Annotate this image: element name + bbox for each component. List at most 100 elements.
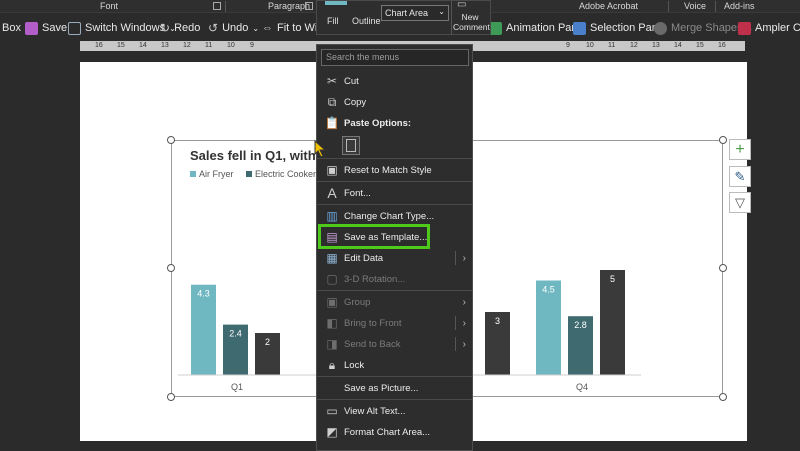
menu-item-group[interactable]: ▣ Group › (317, 292, 472, 312)
bar-air-fryer-q4[interactable] (536, 280, 561, 376)
menu-item-label: 3-D Rotation... (344, 273, 406, 285)
edit-data-icon: ▦ (326, 251, 338, 265)
divider (225, 1, 226, 12)
selection-pane-icon (573, 21, 586, 35)
data-label: 2.8 (574, 320, 587, 330)
mouse-pointer-icon (314, 140, 327, 158)
menu-item-label: Reset to Match Style (344, 164, 432, 176)
menu-separator (317, 399, 472, 400)
plus-icon: + (735, 140, 745, 158)
selection-pane-button[interactable]: Selection Pane (573, 20, 664, 36)
paragraph-dialog-launcher-icon[interactable] (305, 2, 313, 10)
chart-filters-button[interactable]: ▽ (729, 192, 751, 213)
ruler-tick: 12 (630, 42, 638, 49)
paste-icon (346, 139, 356, 152)
menu-item-save-as-picture[interactable]: Save as Picture... (317, 378, 472, 398)
menu-item-label: Change Chart Type... (344, 210, 435, 222)
menu-item-3d-rotation[interactable]: ▢ 3-D Rotation... (317, 269, 472, 289)
scissors-icon: ✂ (326, 74, 338, 88)
switch-windows-label: Switch Windows (85, 22, 166, 34)
format-shape-icon: ◩ (326, 425, 338, 439)
chart-styles-button[interactable]: ✎ (729, 166, 751, 187)
ruler-tick: 9 (250, 42, 254, 49)
menu-item-reset[interactable]: ▣ Reset to Match Style (317, 160, 472, 180)
menu-search-input[interactable]: Search the menus (321, 49, 469, 66)
ruler-tick: 15 (696, 42, 704, 49)
rotation-icon: ▢ (326, 272, 338, 286)
group-adobe-acrobat-label: Adobe Acrobat (579, 1, 639, 11)
undo-button[interactable]: ↺ Undo ⌄ (208, 20, 259, 36)
menu-item-edit-data[interactable]: ▦ Edit Data › (317, 248, 472, 268)
ruler-tick: 14 (139, 42, 147, 49)
bar-series-3-q4[interactable] (600, 270, 625, 375)
merge-shapes-label: Merge Shapes (671, 22, 743, 34)
menu-item-lock[interactable]: 🔒︎ Lock (317, 355, 472, 375)
menu-item-send-to-back[interactable]: ◨ Send to Back › (317, 334, 472, 354)
lock-icon: 🔒︎ (328, 357, 336, 372)
group-icon: ▣ (326, 295, 338, 309)
font-icon: A (327, 185, 337, 201)
ruler-tick: 16 (718, 42, 726, 49)
menu-item-font[interactable]: A Font... (317, 183, 472, 203)
mini-format-toolbar: Fill Outline Chart Area ⌄ ▭ New Comment (316, 0, 491, 35)
menu-separator (317, 158, 472, 159)
menu-item-label: Format Chart Area... (344, 426, 431, 438)
divider (451, 1, 452, 35)
new-comment-button[interactable]: New Comment (453, 12, 490, 32)
data-label: 5 (610, 274, 615, 284)
paste-icon: 📋 (324, 116, 340, 130)
ampler-button[interactable]: Ampler Cha (738, 20, 800, 36)
menu-item-label: Lock (344, 359, 365, 371)
menu-item-label: Group (344, 296, 371, 308)
undo-icon: ↺ (208, 21, 219, 35)
group-font-label: Font (100, 1, 119, 11)
menu-item-cut[interactable]: ✂ Cut (317, 71, 472, 91)
data-label: 4.3 (197, 289, 210, 299)
ruler-tick: 10 (586, 42, 594, 49)
menu-item-change-chart-type[interactable]: ▥ Change Chart Type... (317, 206, 472, 226)
ruler-tick: 11 (205, 42, 213, 49)
paste-picture-button[interactable] (342, 136, 360, 155)
group-paragraph-label: Paragraph (268, 1, 311, 11)
fill-button[interactable]: Fill (327, 16, 339, 26)
save-button[interactable]: Save (25, 20, 67, 36)
ruler-tick: 13 (161, 42, 169, 49)
switch-windows-icon (68, 21, 81, 35)
chevron-right-icon: › (462, 296, 466, 308)
box-button[interactable]: Box (2, 20, 21, 36)
redo-button[interactable]: ↻ Redo (160, 20, 200, 36)
animation-pane-button[interactable]: Animation Pane (489, 20, 584, 36)
divider (715, 1, 716, 12)
divider (668, 1, 669, 12)
ruler-tick: 16 (95, 42, 103, 49)
chevron-down-icon: ⌄ (438, 7, 445, 16)
merge-shapes-icon (654, 21, 667, 35)
redo-icon: ↻ (160, 21, 171, 35)
ruler-tick: 14 (674, 42, 682, 49)
font-dialog-launcher-icon[interactable] (213, 2, 221, 10)
outline-button[interactable]: Outline (352, 16, 381, 26)
menu-item-format-chart-area[interactable]: ◩ Format Chart Area... (317, 422, 472, 442)
menu-separator (317, 204, 472, 205)
ruler-tick: 15 (117, 42, 125, 49)
data-label: 4.5 (542, 285, 555, 295)
chart-type-icon: ▥ (326, 209, 338, 223)
save-icon (25, 21, 38, 35)
fit-to-window-icon: ⇔ (262, 22, 273, 34)
x-tick-label-q4: Q4 (576, 382, 588, 392)
data-label: 3 (495, 316, 500, 326)
menu-item-label: Send to Back (344, 338, 401, 350)
send-to-back-icon: ◨ (326, 337, 338, 351)
selection-pane-label: Selection Pane (590, 22, 664, 34)
chevron-right-icon: › (462, 317, 466, 329)
divider (455, 316, 456, 330)
chart-element-select[interactable]: Chart Area ⌄ (381, 5, 449, 21)
group-add-ins-label: Add-ins (724, 1, 755, 11)
copy-icon: ⧉ (327, 94, 337, 109)
chart-element-value: Chart Area (385, 8, 429, 18)
menu-item-copy[interactable]: ⧉ Copy (317, 92, 472, 112)
chart-elements-button[interactable]: + (729, 139, 751, 160)
menu-item-bring-to-front[interactable]: ◧ Bring to Front › (317, 313, 472, 333)
menu-item-label: Save as Picture... (344, 382, 419, 394)
menu-item-view-alt-text[interactable]: ▭ View Alt Text... (317, 401, 472, 421)
